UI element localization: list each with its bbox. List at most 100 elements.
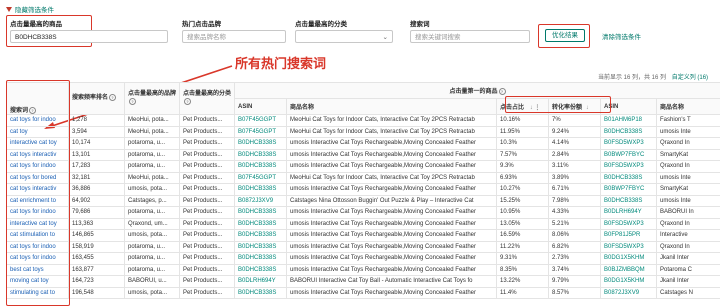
col-header-asin[interactable]: ASIN: [234, 98, 287, 115]
cell-asin-2[interactable]: B0BJZMBBQM: [600, 263, 657, 276]
col-header-rank[interactable]: 搜索频率排名?: [68, 82, 125, 115]
cell-category: Pet Products...: [179, 160, 235, 173]
cell-asin[interactable]: B0DHCB338S: [234, 263, 287, 276]
cell-click-share: 15.25%: [496, 194, 549, 207]
cell-product-name: BABORUI Interactive Cat Toy Ball - Autom…: [286, 275, 497, 288]
cell-asin-2[interactable]: B0FSD5WXP3: [600, 160, 657, 173]
info-icon: ?: [129, 97, 136, 105]
cell-click-share: 11.22%: [496, 240, 549, 253]
cell-asin-2[interactable]: B0FP81J5PR: [600, 229, 657, 242]
cell-rank: 36,886: [68, 183, 125, 196]
cell-product-name-2: Qraxond In: [655, 217, 720, 230]
cell-rank: 64,902: [68, 194, 125, 207]
cell-brand: potaroma, u...: [124, 148, 180, 161]
highlight-box-keyword-column: [6, 80, 70, 306]
cell-asin-2[interactable]: B0BWP7FBYC: [600, 183, 657, 196]
table-row: cat toys for indoo 1,278 MeoHui, pota... Pe…: [6, 114, 720, 127]
cell-asin-2[interactable]: B0DHCB338S: [600, 125, 657, 138]
cell-conversion-share: 9.24%: [548, 125, 601, 138]
col-header-product-name-2[interactable]: 商品名称: [655, 98, 720, 115]
cell-category: Pet Products...: [179, 275, 235, 288]
cell-asin[interactable]: B0DHCB338S: [234, 137, 287, 150]
cell-asin-2[interactable]: B0DG1X5KHM: [600, 275, 657, 288]
table-row: interactive cat toy 113,363 Qraxond, um...…: [6, 217, 720, 230]
cell-asin-2[interactable]: B0FSD5WXP3: [600, 217, 657, 230]
cell-conversion-share: 7%: [548, 114, 601, 127]
cell-asin[interactable]: B07F45GGPT: [234, 114, 287, 127]
cell-product-name: umosis Interactive Cat Toys Rechargeable…: [286, 206, 497, 219]
cell-conversion-share: 2.84%: [548, 148, 601, 161]
cell-asin[interactable]: B07F45GGPT: [234, 171, 287, 184]
cell-product-name-2: umosis Inte: [655, 125, 720, 138]
cell-brand: Catstages, p...: [124, 194, 180, 207]
cell-rank: 164,723: [68, 275, 125, 288]
cell-click-share: 9.31%: [496, 252, 549, 265]
cell-product-name: umosis Interactive Cat Toys Rechargeable…: [286, 148, 497, 161]
col-header-category[interactable]: 点击量最高的分类?: [179, 82, 235, 115]
cell-conversion-share: 2.73%: [548, 252, 601, 265]
cell-rank: 146,865: [68, 229, 125, 242]
category-header-label: 点击量最高的分类: [183, 90, 232, 97]
cell-asin-2[interactable]: B0872J3XV9: [600, 286, 657, 299]
cell-product-name: Catstages Nina Ottosson Buggin' Out Puzz…: [286, 194, 497, 207]
cell-asin-2[interactable]: B0FSD5WXP3: [600, 137, 657, 150]
cell-product-name-2: Interactive: [655, 229, 720, 242]
cell-asin-2[interactable]: B0DG1X5KHM: [600, 252, 657, 265]
cell-click-share: 11.95%: [496, 125, 549, 138]
table-row: cat toys for indoo 17,283 potaroma, u... Pe…: [6, 160, 720, 173]
col-header-brand[interactable]: 点击量最高的品牌?: [124, 82, 180, 115]
cell-asin-2[interactable]: B0DHCB338S: [600, 171, 657, 184]
cell-asin[interactable]: B0DHCB338S: [234, 286, 287, 299]
column-count-info: 当前显示 16 列，共 16 列 自定义列 (16): [598, 72, 708, 81]
cell-asin-2[interactable]: B0BWP7FBYC: [600, 148, 657, 161]
cell-asin[interactable]: B0DLRH694Y: [234, 275, 287, 288]
cell-product-name-2: SmartyKat: [655, 183, 720, 196]
col-header-product-name[interactable]: 商品名称: [286, 98, 497, 115]
cell-rank: 32,181: [68, 171, 125, 184]
cell-asin-2[interactable]: B01AHM6P18: [600, 114, 657, 127]
cell-brand: umosis, pota...: [124, 286, 180, 299]
cell-asin[interactable]: B0DHCB338S: [234, 183, 287, 196]
table-row: interactive cat toy 10,174 potaroma, u... P…: [6, 137, 720, 150]
highlight-box-share-columns: [505, 96, 611, 113]
cell-asin[interactable]: B0DHCB338S: [234, 240, 287, 253]
cell-conversion-share: 6.82%: [548, 240, 601, 253]
cell-rank: 3,594: [68, 125, 125, 138]
cell-asin-2[interactable]: B0DHCB338S: [600, 194, 657, 207]
cell-product-name-2: Fashion's T: [655, 114, 720, 127]
cell-asin-2[interactable]: B0FSD5WXP3: [600, 240, 657, 253]
cell-asin-2[interactable]: B0DLRH694Y: [600, 206, 657, 219]
cell-product-name: umosis Interactive Cat Toys Rechargeable…: [286, 137, 497, 150]
cell-brand: umosis, pota...: [124, 229, 180, 242]
cell-rank: 113,363: [68, 217, 125, 230]
cell-click-share: 13.05%: [496, 217, 549, 230]
column-count-text: 当前显示 16 列，共 16 列: [598, 75, 667, 81]
cell-rank: 13,101: [68, 148, 125, 161]
cell-asin[interactable]: B0DHCB338S: [234, 206, 287, 219]
table-row: cat toy 3,594 MeoHui, pota... Pet Products.…: [6, 125, 720, 138]
cell-asin[interactable]: B07F45GGPT: [234, 125, 287, 138]
cell-product-name-2: BABORUI In: [655, 206, 720, 219]
cell-product-name: umosis Interactive Cat Toys Rechargeable…: [286, 160, 497, 173]
cell-asin[interactable]: B0DHCB338S: [234, 252, 287, 265]
cell-category: Pet Products...: [179, 286, 235, 299]
cell-product-name: umosis Interactive Cat Toys Rechargeable…: [286, 217, 497, 230]
cell-category: Pet Products...: [179, 183, 235, 196]
cell-product-name: umosis Interactive Cat Toys Rechargeable…: [286, 263, 497, 276]
cell-asin[interactable]: B0DHCB338S: [234, 148, 287, 161]
cell-asin[interactable]: B0DHCB338S: [234, 160, 287, 173]
cell-product-name: umosis Interactive Cat Toys Rechargeable…: [286, 252, 497, 265]
cell-category: Pet Products...: [179, 206, 235, 219]
cell-category: Pet Products...: [179, 194, 235, 207]
cell-asin[interactable]: B0DHCB338S: [234, 217, 287, 230]
table-row: cat stimulation to 146,865 umosis, pota...…: [6, 229, 720, 242]
custom-columns-link[interactable]: 自定义列 (16): [672, 75, 708, 81]
cell-product-name-2: Jkanil Inter: [655, 275, 720, 288]
cell-asin[interactable]: B0872J3XV9: [234, 194, 287, 207]
cell-product-name-2: Qraxond In: [655, 240, 720, 253]
table-row: cat toys for indoo 158,919 potaroma, u... P…: [6, 240, 720, 253]
info-icon: ?: [184, 97, 191, 105]
cell-conversion-share: 4.33%: [548, 206, 601, 219]
cell-click-share: 10.27%: [496, 183, 549, 196]
cell-asin[interactable]: B0DHCB338S: [234, 229, 287, 242]
